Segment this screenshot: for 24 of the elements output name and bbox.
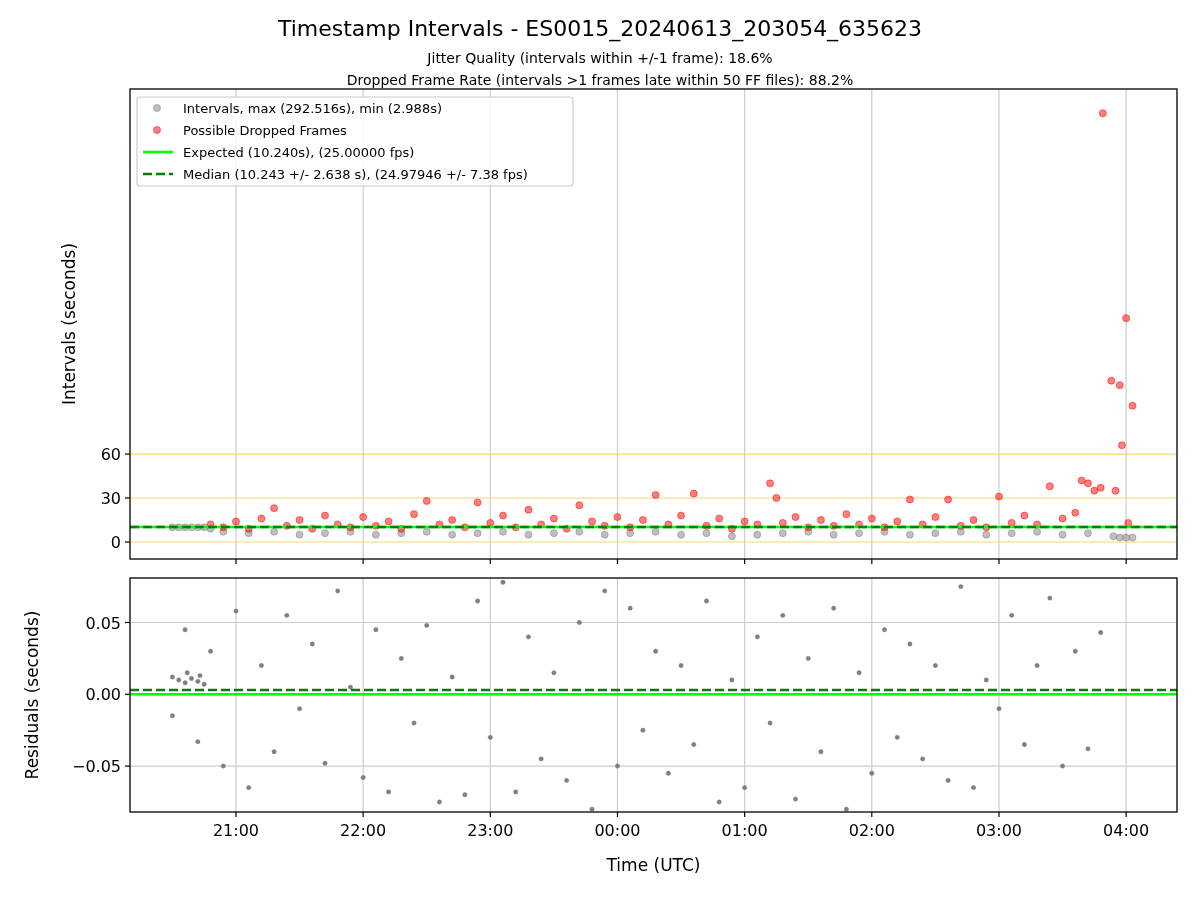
chart-title: Timestamp Intervals - ES0015_20240613_203054_635623 (277, 16, 923, 41)
chart-subtitle: Dropped Frame Rate (intervals >1 frames late within 50 FF files): 88.2% (346, 72, 854, 88)
x-tick-label: 01:00 (721, 821, 768, 840)
legend-label: Intervals, max (292.516s), min (2.988s) (183, 101, 442, 116)
y-tick-label: 0.05 (85, 613, 121, 633)
legend-label: Median (10.243 +/- 2.638 s), (24.97946 +/- 7.38 fps) (183, 167, 528, 182)
y-tick-label: 0.00 (85, 685, 121, 705)
legend-label: Possible Dropped Frames (183, 123, 347, 138)
y-tick-label: 30 (100, 489, 121, 508)
x-tick-label: 00:00 (594, 821, 641, 840)
x-tick-label: 22:00 (340, 821, 387, 840)
y-tick-label: −0.05 (71, 757, 121, 777)
legend-label: Expected (10.240s), (25.00000 fps) (183, 145, 415, 160)
x-tick-label: 23:00 (467, 821, 514, 840)
y-tick-label: 0 (110, 533, 121, 552)
y-tick-label: 60 (100, 445, 121, 465)
x-tick-label: 04:00 (1103, 821, 1150, 840)
x-tick-label: 03:00 (975, 821, 1022, 840)
x-tick-label: 21:00 (212, 821, 260, 840)
x-axis-label: Time (UTC) (606, 855, 701, 875)
y-axis-label: Residuals (seconds) (22, 610, 42, 780)
y-axis-label: Intervals (seconds) (59, 242, 79, 406)
chart-subtitle: Jitter Quality (intervals within +/-1 frame): 18.6% (427, 50, 773, 66)
x-tick-label: 02:00 (848, 821, 895, 840)
